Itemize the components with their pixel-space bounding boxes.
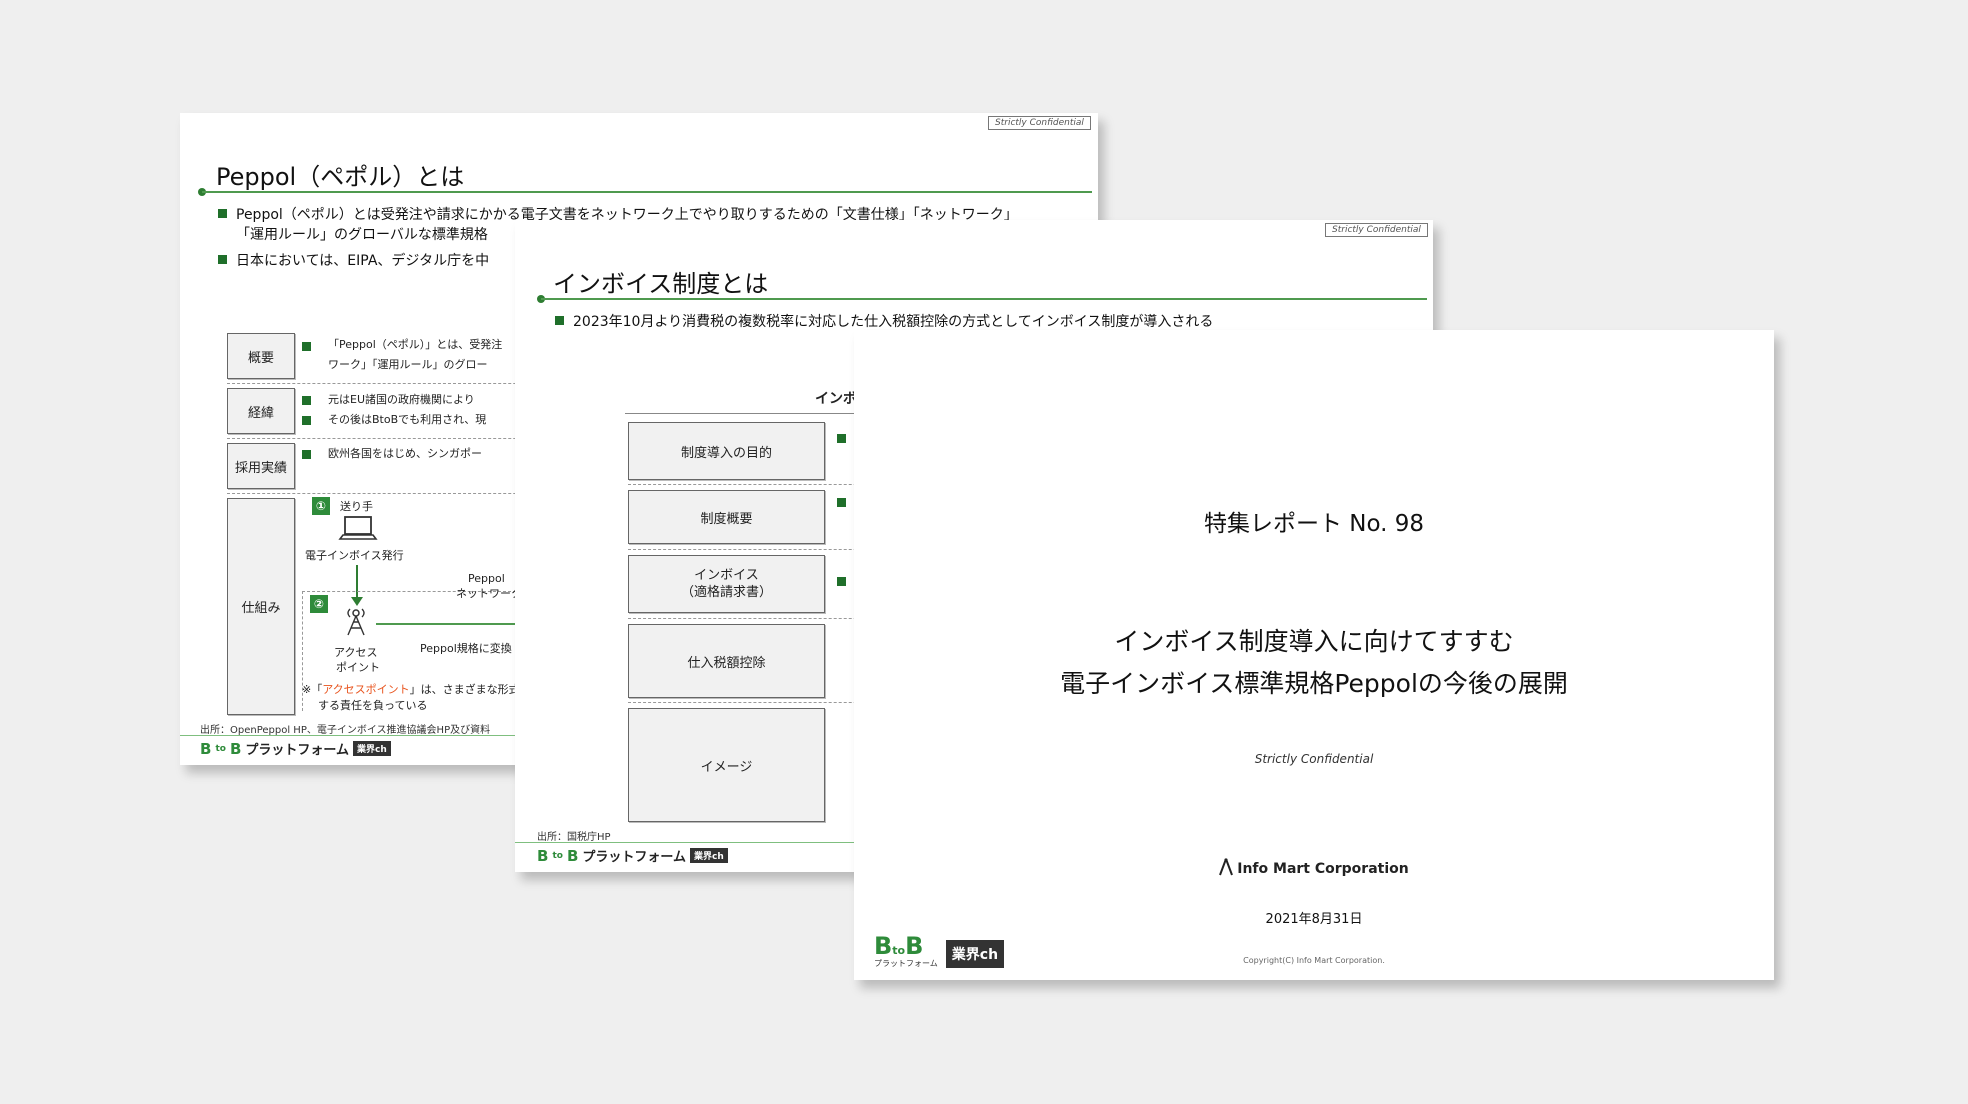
source-note: 出所：国税庁HP [537, 832, 611, 843]
confidential-tag: Strictly Confidential [988, 116, 1091, 130]
slide-title: Peppol（ペポル）とは [216, 163, 465, 191]
cover-title-line1: インボイス制度導入に向けてすすむ [1114, 627, 1514, 656]
row-history-line2: その後はBtoBでも利用され、現 [328, 413, 487, 426]
row-label-mechanism: 仕組み [227, 498, 295, 715]
btob-mark: BtoB プラットフォーム [874, 932, 938, 968]
bullet-marker [218, 255, 227, 264]
convert-label: Peppol規格に変換 [420, 642, 512, 655]
bullet-marker [302, 396, 311, 405]
btob-logo: Bto B プラットフォーム 業界ch [200, 739, 391, 758]
row-overview-line2: ワーク」「運用ルール」のグロー [328, 358, 488, 371]
bullet-marker [302, 416, 311, 425]
row-history-line1: 元はEU諸国の政府機関により [328, 393, 475, 406]
slides-canvas: Strictly Confidential Peppol（ペポル）とは Pepp… [0, 0, 1968, 1104]
antenna-icon [347, 608, 365, 636]
confidential-tag: Strictly Confidential [1325, 223, 1428, 237]
box-tax-credit: 仕入税額控除 [628, 624, 825, 698]
btob-logo: Bto B プラットフォーム 業界ch [537, 846, 728, 865]
bullet-marker [837, 434, 846, 443]
network-label-1: Peppol [468, 572, 505, 585]
row-label-overview: 概要 [227, 333, 295, 379]
title-underline [202, 191, 1092, 193]
cover-confidential: Strictly Confidential [1254, 752, 1374, 766]
bullet-marker [555, 316, 564, 325]
bullet-marker [218, 209, 227, 218]
box-overview: 制度概要 [628, 490, 825, 544]
box-image: イメージ [628, 708, 825, 822]
source-note: 出所：OpenPeppol HP、電子インボイス推進協議会HP及び資料 [200, 725, 491, 736]
step-1-badge: ① [312, 497, 330, 515]
cover-date: 2021年8月31日 [1265, 912, 1363, 927]
industry-channel-tag: 業界ch [945, 940, 1005, 968]
title-underline [541, 298, 1427, 300]
bullet-marker [837, 498, 846, 507]
bullet-1: 2023年10月より消費税の複数税率に対応した仕入税額控除の方式としてインボイス… [555, 312, 1213, 332]
step-2-badge: ② [310, 595, 328, 613]
section-label: インボ [815, 391, 857, 407]
network-label-2: ネットワーク [456, 587, 522, 600]
cover-title-line2: 電子インボイス標準規格Peppolの今後の展開 [1060, 669, 1568, 698]
access-point-note-2: する責任を負っている [318, 699, 428, 712]
infomart-logo-icon [1219, 858, 1234, 876]
access-point-label-1: アクセス [334, 646, 378, 659]
access-point-label-2: ポイント [336, 661, 380, 674]
issue-label: 電子インボイス発行 [305, 549, 404, 562]
bullet-marker [302, 450, 311, 459]
company-name: Info Mart Corporation [1237, 861, 1409, 877]
slide-title: インボイス制度とは [553, 270, 769, 298]
box-qualified-invoice-text: インボイス （適格請求書） [680, 568, 772, 600]
bullet-marker [302, 342, 311, 351]
note-highlight: アクセスポイント [322, 683, 410, 696]
bullet-marker [837, 577, 846, 586]
row-label-history: 経緯 [227, 388, 295, 434]
sender-label: 送り手 [340, 500, 373, 513]
report-number: 特集レポート No. 98 [1203, 511, 1425, 537]
btob-cover-logo: BtoB プラットフォーム 業界ch [874, 932, 1005, 968]
row-overview-line1: 「Peppol（ペポル）」とは、受発注 [328, 338, 503, 351]
access-point-note: ※「アクセスポイント」は、さまざまな形式 [302, 683, 520, 696]
row-label-adoption: 採用実績 [227, 443, 295, 489]
company-logo: Info Mart Corporation [854, 858, 1774, 877]
bullet-1-cont: 「運用ルール」のグローバルな標準規格 [236, 227, 488, 243]
box-purpose: 制度導入の目的 [628, 422, 825, 480]
bullet-2: 日本においては、EIPA、デジタル庁を中 [218, 251, 489, 271]
laptop-icon [338, 516, 378, 540]
box-qualified-invoice: インボイス （適格請求書） [628, 555, 825, 613]
down-arrow-icon [351, 565, 363, 606]
row-adoption-line1: 欧州各国をはじめ、シンガポー [328, 447, 482, 460]
slide-cover: 特集レポート No. 98 インボイス制度導入に向けてすすむ 電子インボイス標準… [854, 330, 1774, 980]
